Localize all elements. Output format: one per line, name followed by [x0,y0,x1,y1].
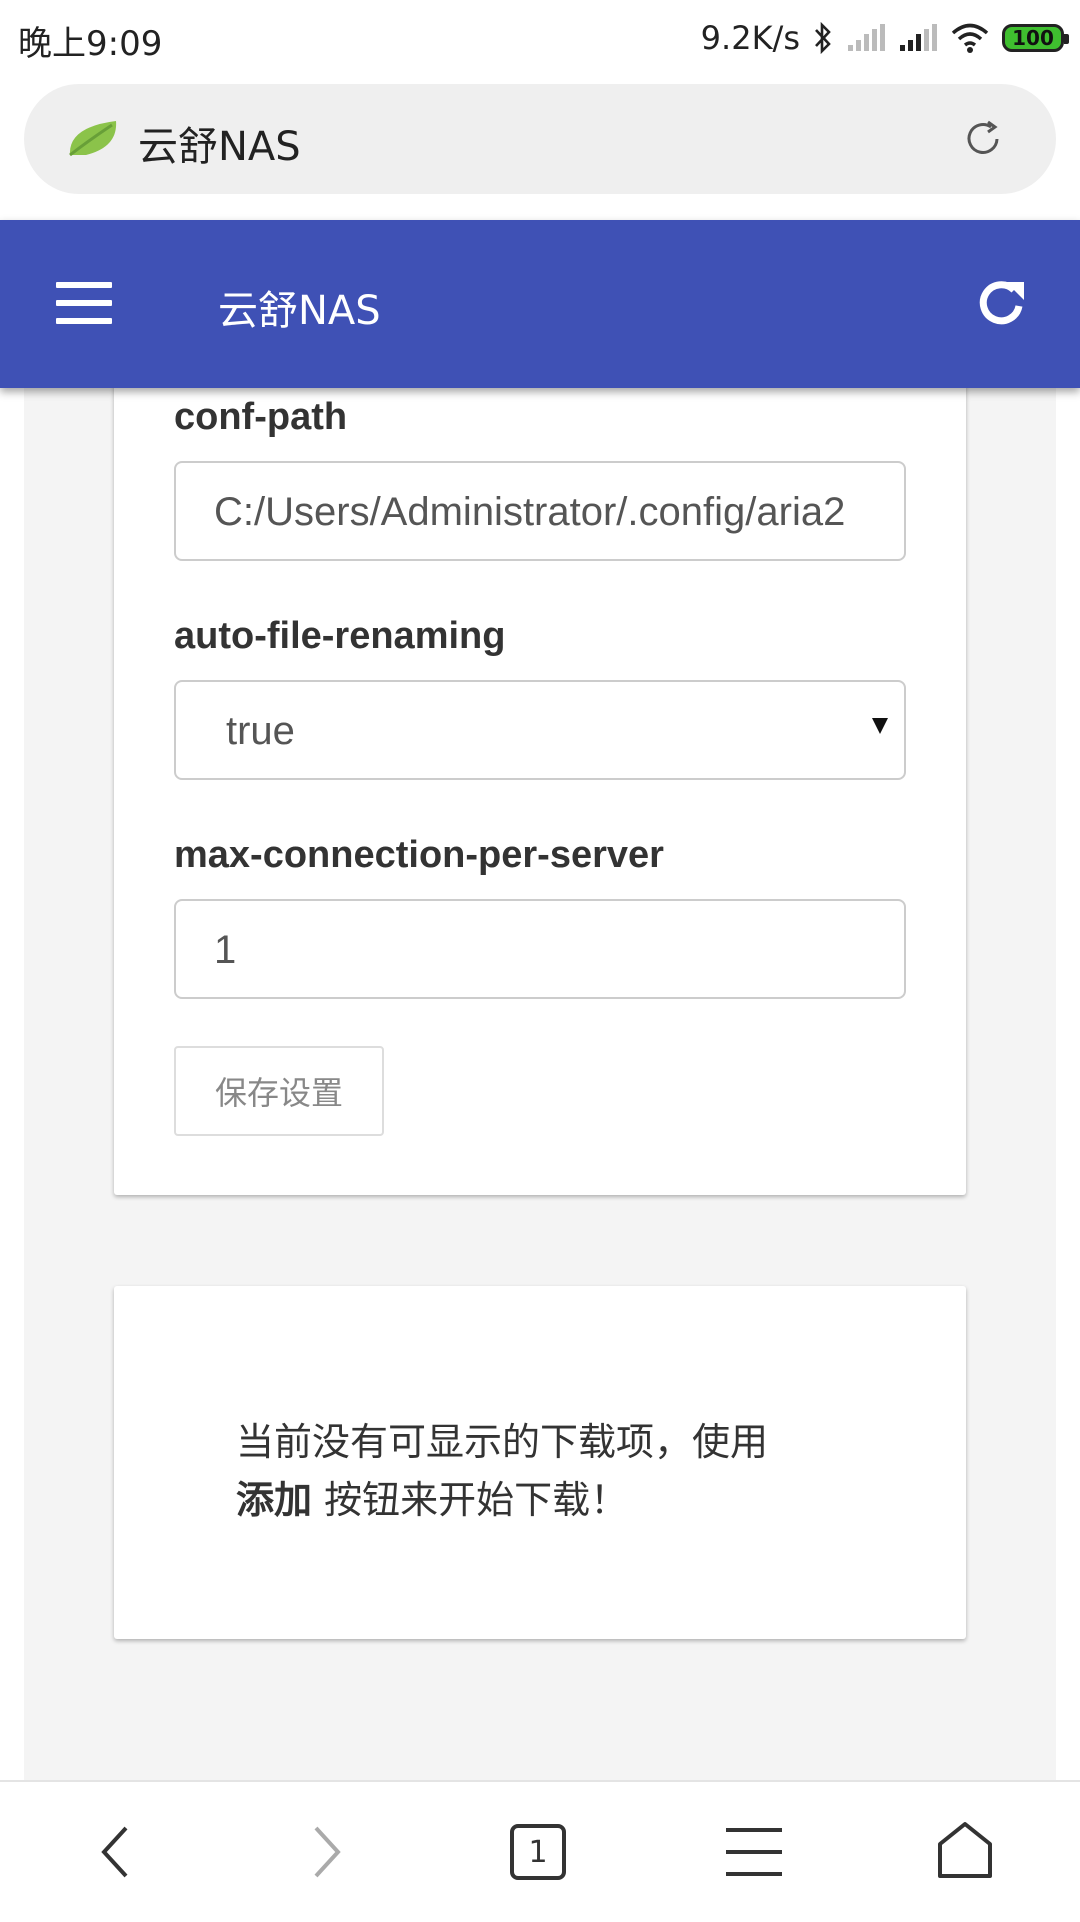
browser-bottom-nav: 1 [0,1780,1080,1922]
empty-message-line2: 按钮来开始下载！ [312,1478,629,1522]
signal-icon [900,24,937,51]
empty-message-line1: 当前没有可显示的下载项，使用 [236,1420,769,1464]
reload-icon[interactable] [962,118,1004,160]
menu-icon[interactable] [726,1826,782,1878]
auto-file-renaming-value: true [226,709,295,753]
battery-level: 100 [1012,26,1054,50]
home-icon[interactable] [936,1820,994,1880]
auto-file-renaming-select[interactable]: true [174,680,906,780]
refresh-icon[interactable] [976,276,1028,330]
hamburger-menu-icon[interactable] [56,282,112,336]
url-text[interactable]: 云舒NAS [138,114,301,172]
save-settings-button[interactable]: 保存设置 [174,1046,384,1136]
back-icon[interactable] [96,1822,136,1882]
header-title: 云舒NAS [218,288,381,334]
empty-downloads-message: 当前没有可显示的下载项，使用 添加 按钮来开始下载！ [236,1413,856,1529]
conf-path-input[interactable]: C:/Users/Administrator/.config/aria2 [174,461,906,561]
browser-url-bar[interactable]: 云舒NAS [24,84,1056,194]
conf-path-value: C:/Users/Administrator/.config/aria2 [214,490,846,534]
bluetooth-icon [815,21,831,55]
add-keyword: 添加 [236,1478,313,1522]
max-connection-per-server-value: 1 [214,928,237,972]
status-bar: 晚上9:09 9.2K/s 100 [0,0,1080,76]
network-speed: 9.2K/s [700,19,800,57]
conf-path-label: conf-path [174,396,348,438]
signal-icon [848,24,885,51]
app-header: 云舒NAS [0,220,1080,388]
tab-count: 1 [528,1834,548,1870]
max-connection-per-server-label: max-connection-per-server [174,834,664,876]
status-time: 晚上9:09 [18,24,163,64]
auto-file-renaming-label: auto-file-renaming [174,615,506,657]
leaf-logo-icon [69,121,117,157]
max-connection-per-server-input[interactable]: 1 [174,899,906,999]
forward-icon[interactable] [306,1822,346,1882]
status-icons: 9.2K/s 100 [700,16,1069,60]
tabs-icon[interactable]: 1 [510,1824,566,1880]
wifi-icon [951,23,989,53]
chevron-down-icon [872,718,888,734]
battery-icon: 100 [1002,24,1069,52]
